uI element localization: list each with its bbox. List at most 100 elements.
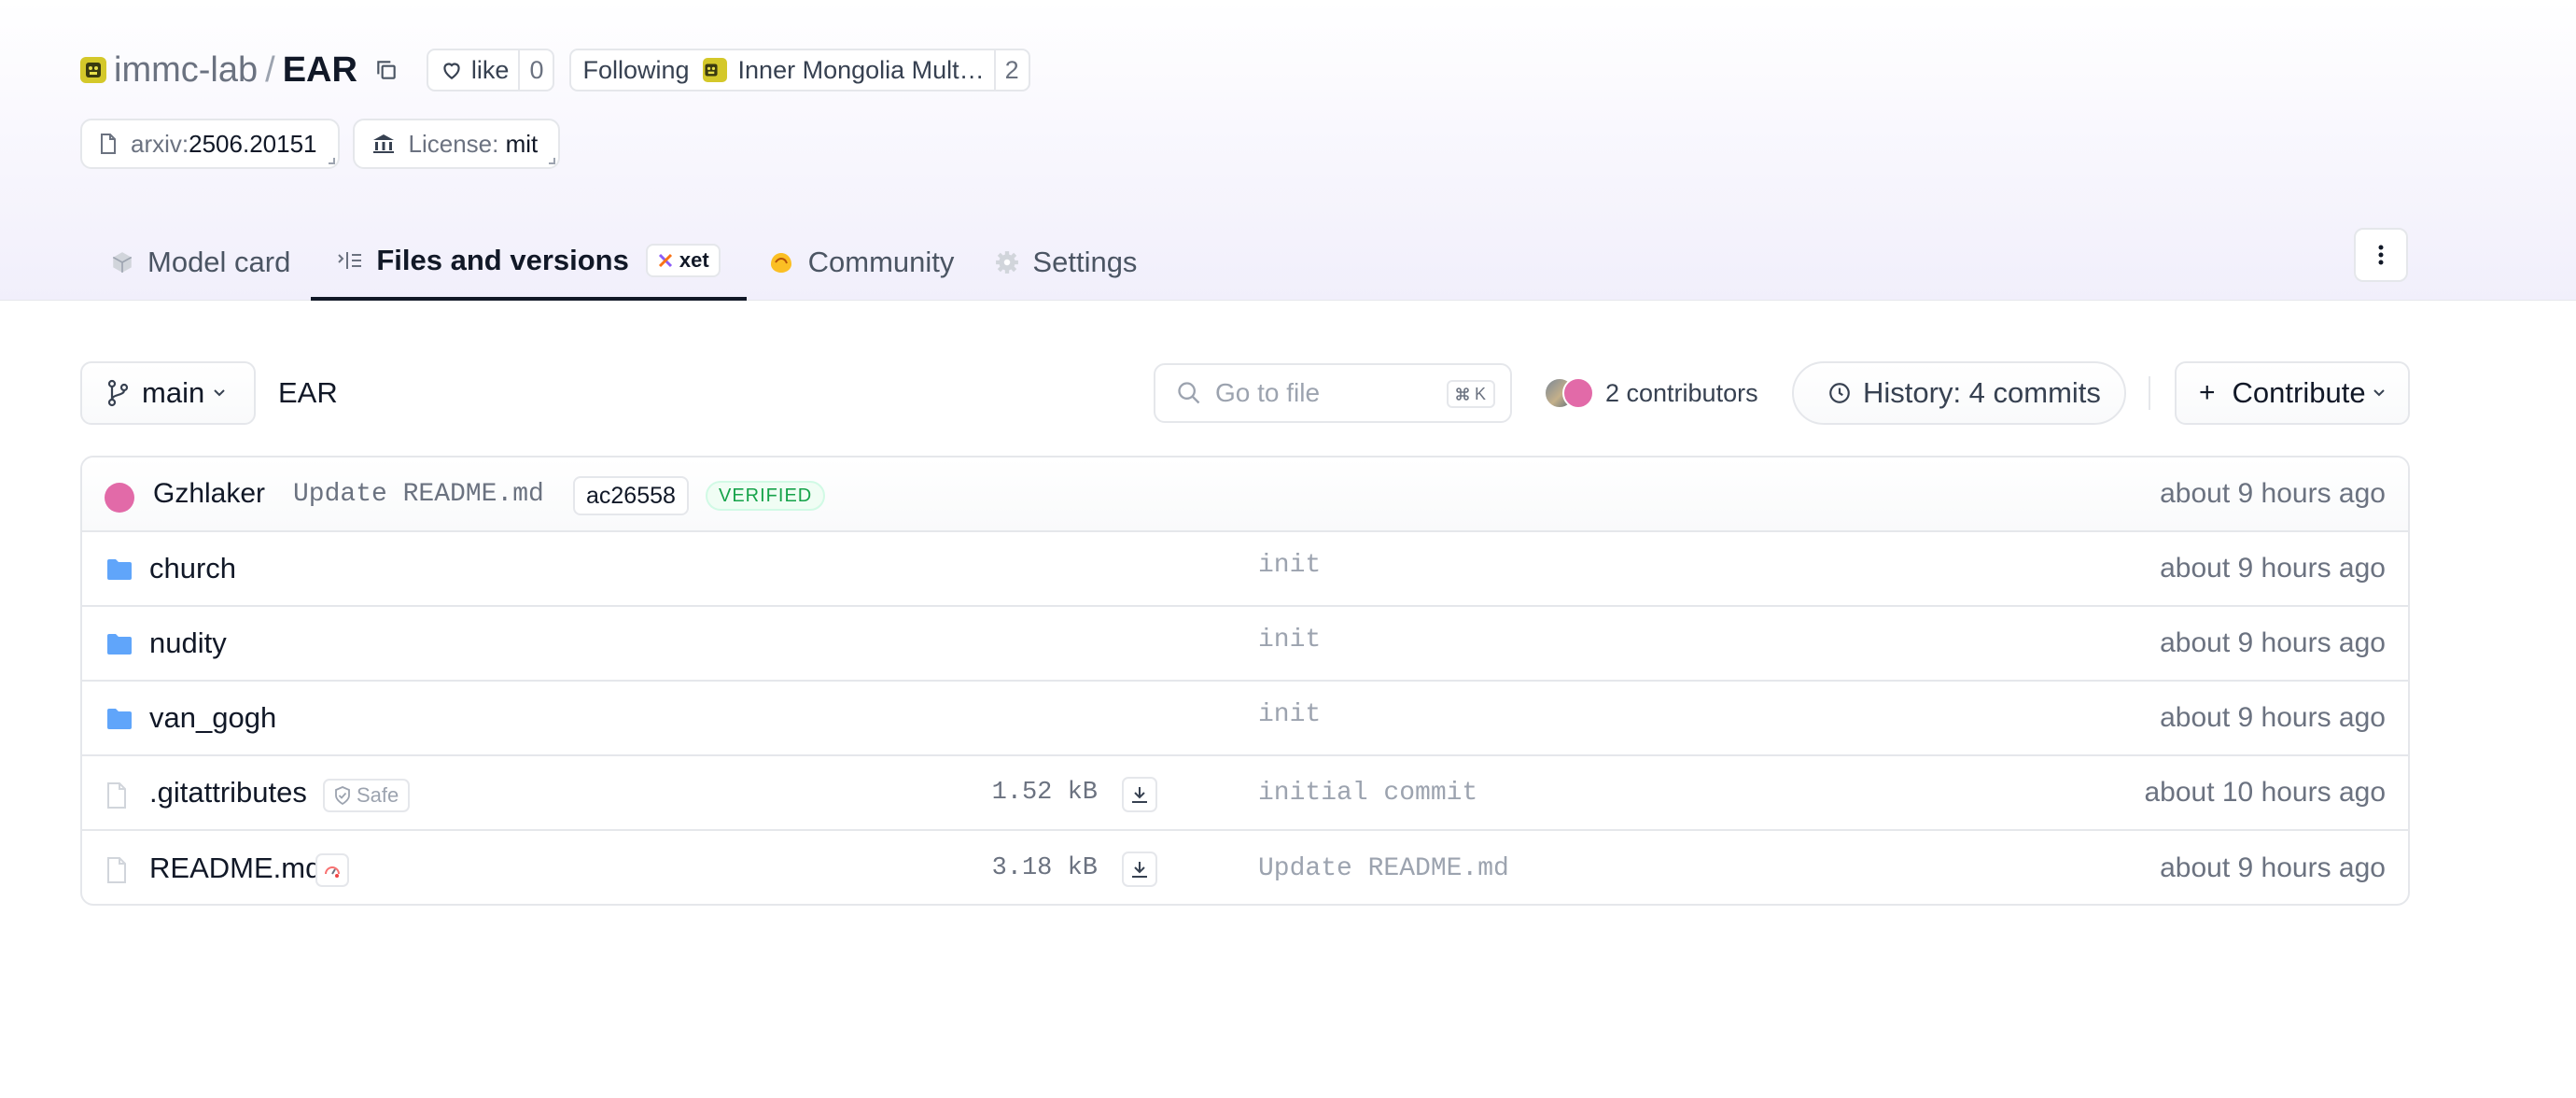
org-name-link[interactable]: immc-lab (114, 50, 258, 91)
copy-icon[interactable] (372, 56, 400, 84)
following-button-group: Following Inner Mongolia Mult… 2 (569, 49, 1030, 92)
arxiv-tag-key: arxiv: (131, 129, 189, 158)
commit-sha[interactable]: ac26558 (573, 476, 689, 515)
plus-icon: + (2199, 377, 2216, 408)
file-name[interactable]: nudity (149, 626, 227, 660)
download-button[interactable] (1122, 777, 1157, 812)
folder-icon (107, 634, 132, 655)
branch-name: main (142, 376, 205, 409)
folder-icon (107, 559, 132, 580)
like-button-group: like 0 (426, 49, 555, 92)
tab-model-card[interactable]: Model card (90, 224, 311, 301)
file-row-folder[interactable]: nudity init about 9 hours ago (82, 607, 2408, 682)
file-size: 3.18 kB (991, 854, 1098, 882)
file-time: about 10 hours ago (2144, 777, 2386, 808)
branch-selector[interactable]: main (80, 361, 256, 425)
arxiv-tag[interactable]: arxiv: 2506.20151 (80, 119, 340, 169)
tab-files-label: Files and versions (376, 244, 629, 276)
repo-tags: arxiv: 2506.20151 License: mit (80, 119, 561, 169)
files-list-icon (338, 252, 362, 269)
file-time: about 9 hours ago (2160, 702, 2386, 733)
file-last-commit[interactable]: Update README.md (1258, 854, 1509, 883)
go-to-file-input[interactable] (1215, 378, 1439, 408)
chevron-down-icon (2373, 389, 2385, 397)
arxiv-tag-value: 2506.20151 (189, 129, 317, 158)
followers-count[interactable]: 2 (993, 50, 1029, 90)
tab-files-and-versions[interactable]: Files and versions xet (311, 224, 747, 301)
more-options-button[interactable] (2354, 228, 2408, 282)
contribute-label: Contribute (2232, 376, 2366, 409)
file-time: about 9 hours ago (2160, 627, 2386, 658)
keyboard-shortcut-badge: K (1446, 380, 1495, 408)
verified-badge: VERIFIED (706, 481, 826, 511)
download-icon (1132, 787, 1147, 803)
command-key-icon (1456, 387, 1469, 401)
gear-icon (996, 251, 1019, 274)
contribute-button[interactable]: + Contribute (2175, 361, 2410, 425)
contributors-count: 2 contributors (1605, 378, 1758, 407)
file-name[interactable]: README.md (149, 852, 321, 885)
file-icon (107, 782, 126, 809)
vertical-dots-icon (2378, 245, 2384, 265)
file-row-folder[interactable]: van_gogh init about 9 hours ago (82, 682, 2408, 756)
toolbar-divider (2149, 376, 2150, 410)
community-icon (770, 253, 791, 273)
contributors-link[interactable]: 2 contributors (1544, 361, 1758, 425)
file-row-file[interactable]: .gitattributes Safe 1.52 kB initial comm… (82, 756, 2408, 831)
last-commit-row: Gzhlaker Update README.md ac26558 VERIFI… (82, 458, 2408, 532)
tab-settings[interactable]: Settings (974, 224, 1157, 301)
history-button[interactable]: History: 4 commits (1792, 361, 2126, 425)
heart-icon (443, 63, 460, 79)
cube-icon (112, 252, 133, 273)
tab-model-card-label: Model card (147, 246, 291, 278)
contributor-avatar (1562, 377, 1594, 409)
file-name[interactable]: van_gogh (149, 701, 276, 735)
corner-icon (328, 158, 335, 164)
commit-author[interactable]: Gzhlaker (153, 478, 265, 510)
file-row-folder[interactable]: church init about 9 hours ago (82, 532, 2408, 607)
file-time: about 9 hours ago (2160, 852, 2386, 883)
following-org-name: Inner Mongolia Mult… (737, 55, 985, 84)
file-name[interactable]: church (149, 552, 236, 585)
search-icon (1178, 382, 1200, 404)
like-count[interactable]: 0 (518, 50, 553, 90)
model-card-metadata-badge[interactable] (315, 853, 349, 887)
file-last-commit[interactable]: initial commit (1258, 779, 1477, 808)
file-icon (107, 857, 126, 883)
license-tag[interactable]: License: mit (352, 119, 561, 169)
xet-icon (658, 253, 672, 268)
download-icon (1132, 862, 1147, 878)
following-button[interactable]: Following Inner Mongolia Mult… (571, 50, 993, 90)
xet-badge: xet (645, 244, 721, 277)
org-avatar-icon (702, 58, 727, 82)
clock-icon (1829, 383, 1850, 403)
safe-badge[interactable]: Safe (323, 779, 411, 812)
card-meta-icon (325, 866, 340, 878)
author-avatar[interactable] (105, 483, 134, 513)
bank-icon (372, 134, 394, 153)
file-last-commit[interactable]: init (1258, 551, 1321, 580)
shortcut-key: K (1474, 384, 1486, 403)
breadcrumb[interactable]: EAR (278, 361, 338, 425)
file-time: about 9 hours ago (2160, 553, 2386, 584)
repo-tabs: Model card Files and versions xet Commun… (90, 224, 1157, 301)
commit-message[interactable]: Update README.md (293, 480, 544, 509)
file-last-commit[interactable]: init (1258, 626, 1321, 655)
corner-icon (549, 158, 556, 164)
files-toolbar: main EAR K 2 contributors History: 4 com… (80, 361, 2410, 425)
download-button[interactable] (1122, 852, 1157, 887)
like-label: like (470, 55, 510, 84)
file-row-file[interactable]: README.md 3.18 kB Update README.md about… (82, 831, 2408, 904)
like-button[interactable]: like (428, 50, 519, 90)
file-last-commit[interactable]: init (1258, 700, 1321, 729)
license-tag-key: License: (408, 129, 499, 158)
file-size: 1.52 kB (991, 779, 1098, 807)
repo-name-link[interactable]: EAR (283, 50, 357, 91)
file-name[interactable]: .gitattributes (149, 776, 307, 809)
tab-community[interactable]: Community (747, 224, 975, 301)
branch-icon (107, 379, 129, 407)
history-label: History: 4 commits (1863, 376, 2101, 409)
org-avatar-icon[interactable] (80, 57, 106, 83)
commit-time: about 9 hours ago (2160, 478, 2386, 509)
go-to-file-search[interactable]: K (1154, 363, 1512, 423)
